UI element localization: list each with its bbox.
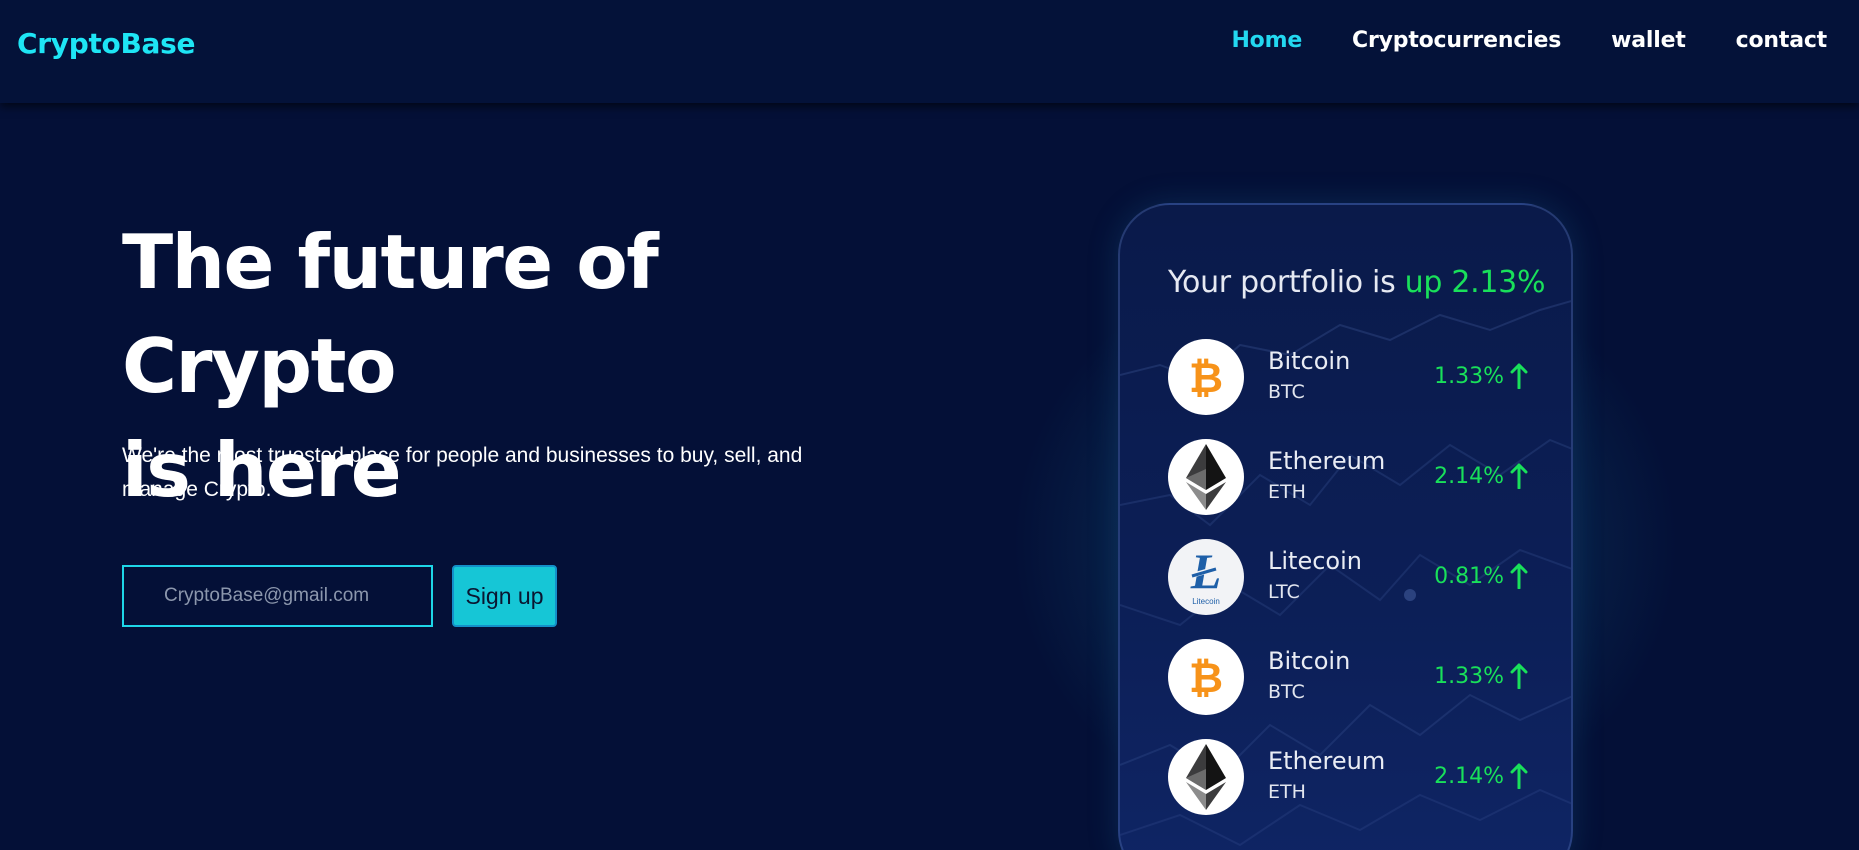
coin-row-bitcoin[interactable]: ₿ Bitcoin BTC 1.33%	[1168, 339, 1528, 417]
signup-button[interactable]: Sign up	[452, 565, 557, 627]
litecoin-icon-label: Litecoin	[1192, 597, 1220, 606]
coin-change-value: 1.33%	[1434, 363, 1504, 389]
litecoin-icon: L Litecoin	[1168, 539, 1244, 615]
coin-ticker: LTC	[1268, 581, 1300, 603]
arrow-up-icon	[1510, 563, 1528, 589]
nav-wallet[interactable]: wallet	[1611, 28, 1686, 53]
portfolio-title-prefix: Your portfolio is	[1168, 265, 1396, 300]
bitcoin-icon: ₿	[1168, 339, 1244, 415]
arrow-up-icon	[1510, 763, 1528, 789]
coin-name: Litecoin	[1268, 547, 1362, 575]
navbar: CryptoBase Home Cryptocurrencies wallet …	[0, 0, 1859, 103]
coin-ticker: BTC	[1268, 381, 1305, 403]
portfolio-title: Your portfolio is up 2.13%	[1168, 265, 1548, 300]
coin-change: 1.33%	[1434, 663, 1528, 689]
portfolio-card: Your portfolio is up 2.13% ₿ Bitcoin BTC…	[1118, 203, 1573, 850]
hero-title-line1: The future of Crypto	[122, 218, 659, 410]
svg-text:₿: ₿	[1189, 354, 1223, 400]
arrow-up-icon	[1510, 463, 1528, 489]
ethereum-icon	[1168, 439, 1244, 515]
coin-change: 1.33%	[1434, 363, 1528, 389]
nav-home[interactable]: Home	[1231, 28, 1302, 53]
brand-logo[interactable]: CryptoBase	[17, 27, 195, 60]
coin-change: 0.81%	[1434, 563, 1528, 589]
coin-row-litecoin[interactable]: L Litecoin Litecoin LTC 0.81%	[1168, 539, 1528, 617]
ethereum-icon	[1168, 739, 1244, 815]
coin-ticker: ETH	[1268, 781, 1306, 803]
coin-change-value: 1.33%	[1434, 663, 1504, 689]
arrow-up-icon	[1510, 363, 1528, 389]
coin-name: Bitcoin	[1268, 647, 1351, 675]
coin-change: 2.14%	[1434, 463, 1528, 489]
coin-name: Bitcoin	[1268, 347, 1351, 375]
svg-text:₿: ₿	[1189, 654, 1223, 700]
portfolio-title-highlight: up 2.13%	[1404, 265, 1546, 300]
nav-cryptocurrencies[interactable]: Cryptocurrencies	[1352, 28, 1561, 53]
coin-change-value: 2.14%	[1434, 463, 1504, 489]
coin-change: 2.14%	[1434, 763, 1528, 789]
nav-contact[interactable]: contact	[1736, 28, 1828, 53]
arrow-up-icon	[1510, 663, 1528, 689]
coin-row-ethereum[interactable]: Ethereum ETH 2.14%	[1168, 739, 1528, 817]
coin-ticker: BTC	[1268, 681, 1305, 703]
hero-section: The future of Crypto is here We're the m…	[0, 103, 1859, 850]
bitcoin-icon: ₿	[1168, 639, 1244, 715]
email-input[interactable]	[122, 565, 433, 627]
coin-ticker: ETH	[1268, 481, 1306, 503]
coin-row-bitcoin[interactable]: ₿ Bitcoin BTC 1.33%	[1168, 639, 1528, 717]
coin-change-value: 2.14%	[1434, 763, 1504, 789]
coin-name: Ethereum	[1268, 747, 1386, 775]
nav-links: Home Cryptocurrencies wallet contact	[1231, 28, 1827, 53]
hero-subtitle: We're the most truested place for people…	[122, 444, 803, 501]
coin-row-ethereum[interactable]: Ethereum ETH 2.14%	[1168, 439, 1528, 517]
coin-name: Ethereum	[1268, 447, 1386, 475]
coin-change-value: 0.81%	[1434, 563, 1504, 589]
